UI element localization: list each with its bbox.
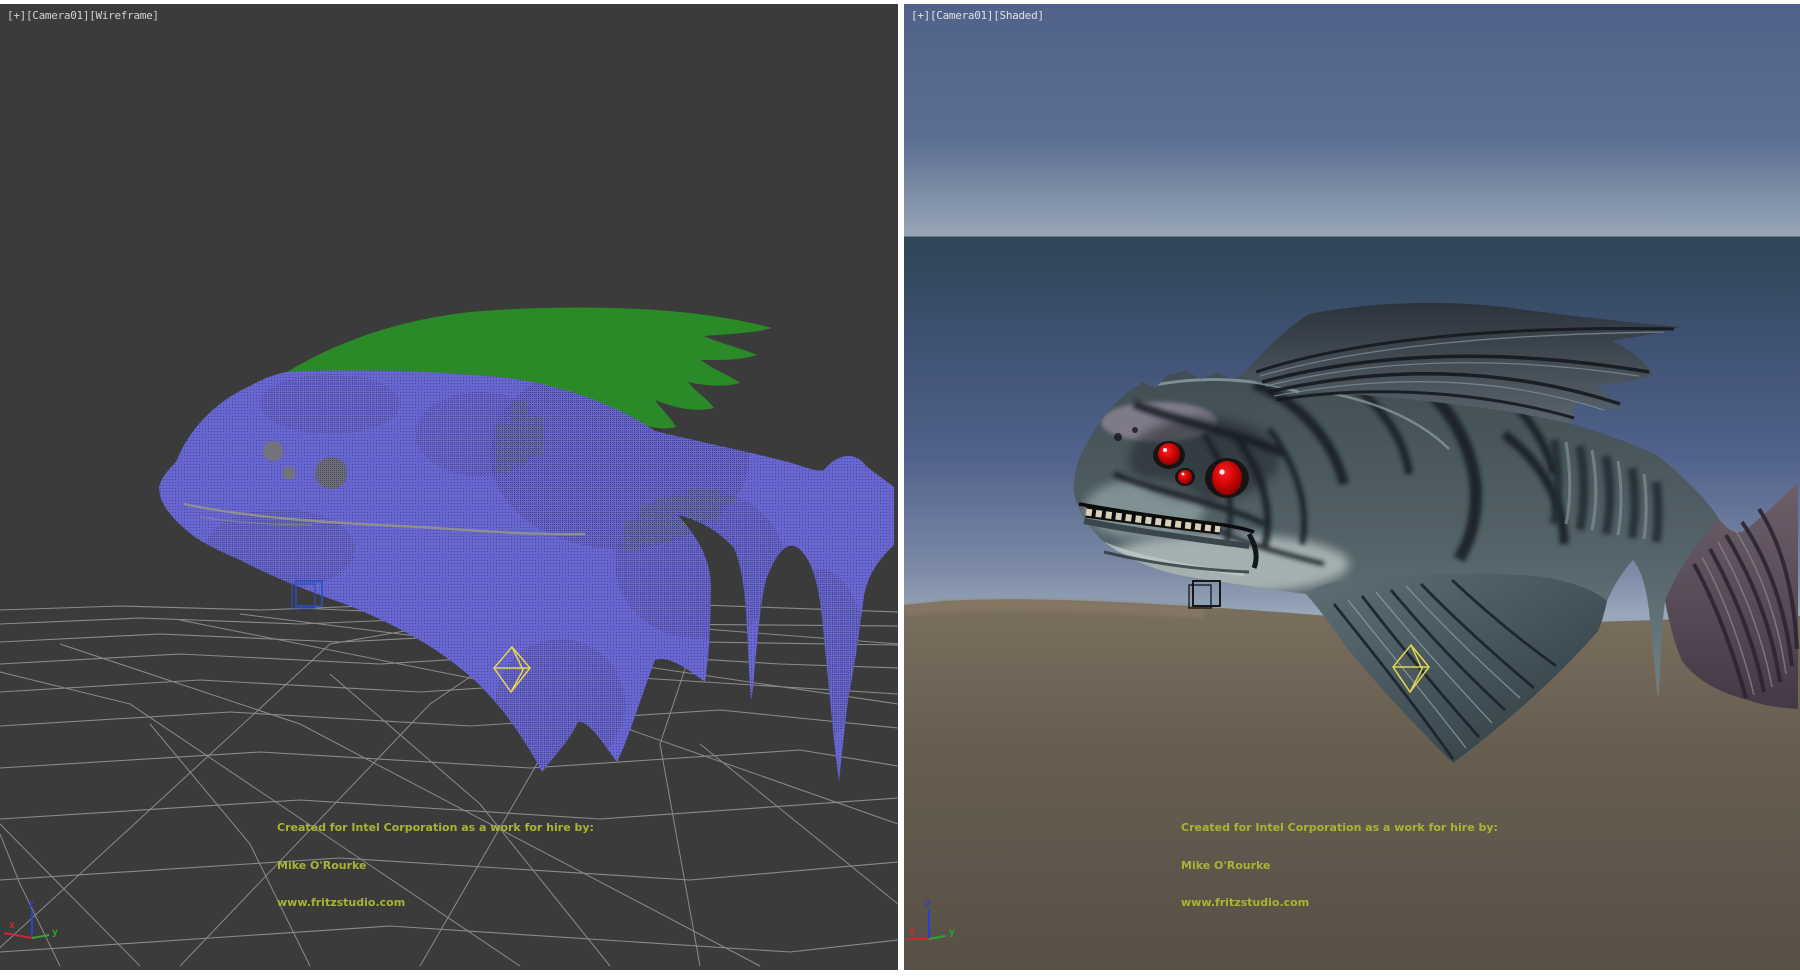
axis-y-label: y bbox=[949, 927, 955, 938]
axis-z-label: z bbox=[28, 899, 34, 910]
viewport-left[interactable]: [+][Camera01][Wireframe] bbox=[0, 4, 898, 970]
eye-small-upper bbox=[1158, 443, 1180, 465]
axis-z-label: z bbox=[925, 898, 931, 909]
eye-large bbox=[1212, 461, 1242, 495]
watermark-text: Created for Intel Corporation as a work … bbox=[277, 797, 594, 935]
viewport-frame: [+][Camera01][Wireframe] bbox=[0, 0, 1800, 978]
axis-x-label: x bbox=[909, 926, 915, 937]
axis-y-label: y bbox=[52, 927, 58, 938]
fish-wireframe-body[interactable] bbox=[159, 359, 894, 782]
viewport-label-right[interactable]: [+][Camera01][Shaded] bbox=[911, 9, 1044, 22]
watermark-text: Created for Intel Corporation as a work … bbox=[1181, 797, 1498, 935]
axis-x-label: x bbox=[9, 920, 15, 931]
eye-small-lower bbox=[1178, 470, 1192, 484]
viewport-right[interactable]: [+][Camera01][Shaded] bbox=[904, 4, 1800, 970]
viewport-label-left[interactable]: [+][Camera01][Wireframe] bbox=[7, 9, 159, 22]
axis-tripod: z x y bbox=[4, 899, 58, 938]
